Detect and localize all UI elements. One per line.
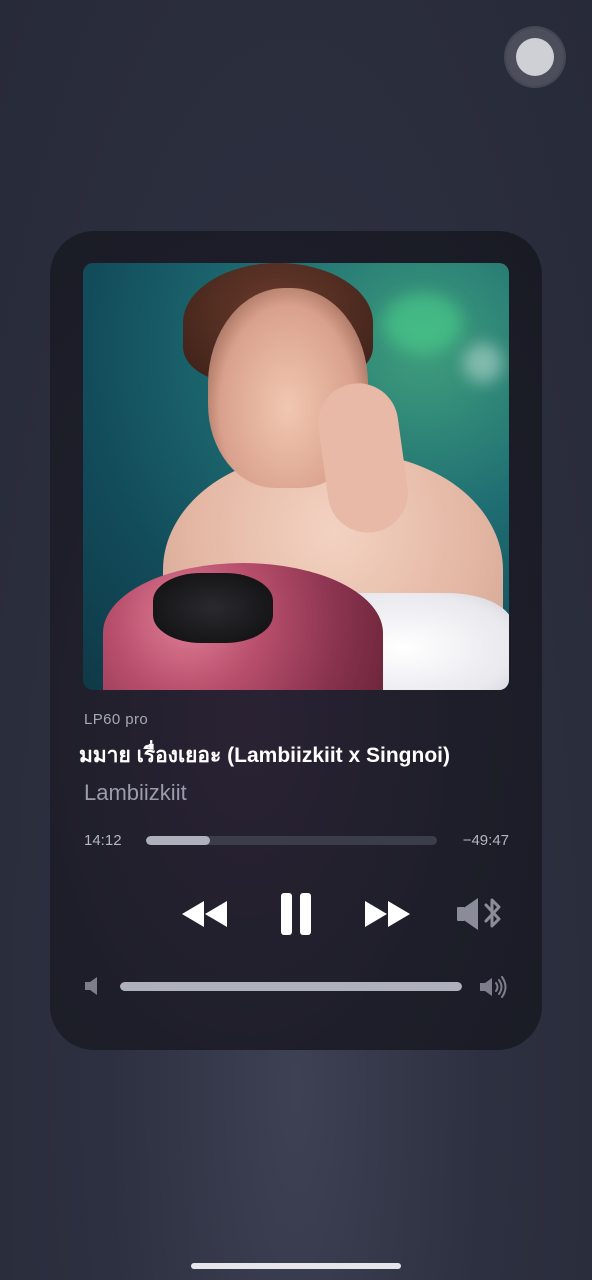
audio-output-button[interactable]: [452, 893, 508, 935]
now-playing-card: LP60 pro มมาย เรื่องเยอะ (Lambiizkiit x …: [50, 231, 542, 1050]
assistive-touch-button[interactable]: [506, 28, 564, 86]
elapsed-time: 14:12: [84, 832, 122, 849]
track-title: มมาย เรื่องเยอะ (Lambiizkiit x Singnoi): [79, 744, 450, 767]
fast-forward-icon: [365, 901, 410, 927]
output-device-label: LP60 pro: [84, 711, 149, 728]
rewind-button[interactable]: [176, 891, 234, 937]
track-artist[interactable]: Lambiizkiit: [84, 780, 187, 806]
playback-progress-fill: [146, 836, 211, 845]
volume-low-icon: [84, 976, 102, 1001]
speaker-bluetooth-icon: [457, 898, 501, 930]
volume-slider[interactable]: [120, 982, 462, 991]
fast-forward-button[interactable]: [358, 891, 416, 937]
rewind-icon: [182, 901, 227, 927]
pause-button[interactable]: [272, 886, 320, 942]
remaining-time: −49:47: [462, 832, 509, 849]
home-indicator[interactable]: [191, 1263, 401, 1269]
volume-slider-fill: [120, 982, 462, 991]
playback-scrubber[interactable]: [146, 836, 437, 845]
volume-high-icon: [479, 976, 509, 1003]
album-artwork: [83, 263, 509, 690]
pause-icon: [281, 893, 311, 935]
